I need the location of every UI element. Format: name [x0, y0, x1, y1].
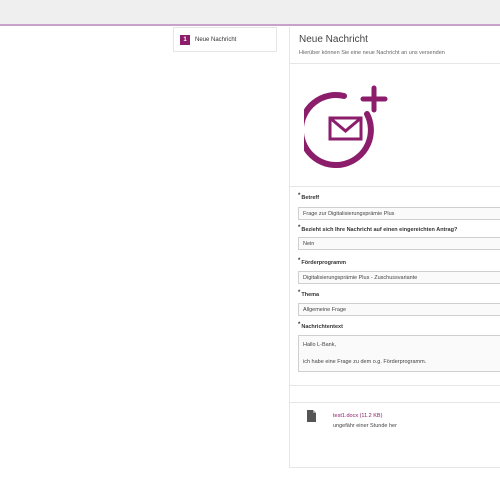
message-line: Hallo L-Bank, [303, 342, 337, 348]
foerderprogramm-label: *Förderprogramm [298, 258, 346, 266]
antrag-select[interactable]: Nein [298, 237, 500, 250]
message-panel: Neue Nachricht Hierüber können Sie eine … [289, 27, 500, 468]
page-subtitle: Hierüber können Sie eine neue Nachricht … [299, 50, 445, 56]
nachrichtentext-textarea[interactable]: Hallo L-Bank, ich habe eine Frage zu dem… [298, 335, 500, 372]
thema-label: *Thema [298, 290, 320, 298]
foerderprogramm-select[interactable]: Digitalisierungsprämie Plus - Zuschussva… [298, 271, 500, 284]
message-line: ich habe eine Frage zu dem o.g. Förderpr… [303, 359, 427, 365]
antrag-label: *Bezieht sich Ihre Nachricht auf einen e… [298, 225, 458, 233]
mail-add-icon [304, 85, 388, 169]
divider [290, 63, 500, 64]
attachment-link[interactable]: test1.docx (11.2 KB) [333, 413, 382, 419]
top-bar [0, 0, 500, 26]
step-label: Neue Nachricht [195, 36, 237, 43]
page-title: Neue Nachricht [299, 34, 368, 45]
step-nav-item-neue-nachricht[interactable]: 1 Neue Nachricht [173, 27, 277, 52]
nachrichtentext-label: *Nachrichtentext [298, 322, 343, 330]
divider [290, 186, 500, 187]
attachment-item: test1.docx (11.2 KB) ungefähr einer Stun… [290, 403, 500, 435]
file-icon [307, 410, 316, 422]
step-number-badge: 1 [180, 34, 190, 45]
betreff-field[interactable]: Frage zur Digitalisierungsprämie Plus [298, 207, 500, 220]
attachment-time: ungefähr einer Stunde her [333, 423, 397, 429]
divider [290, 385, 500, 386]
betreff-label: *Betreff [298, 193, 320, 201]
thema-select[interactable]: Allgemeine Frage [298, 303, 500, 316]
